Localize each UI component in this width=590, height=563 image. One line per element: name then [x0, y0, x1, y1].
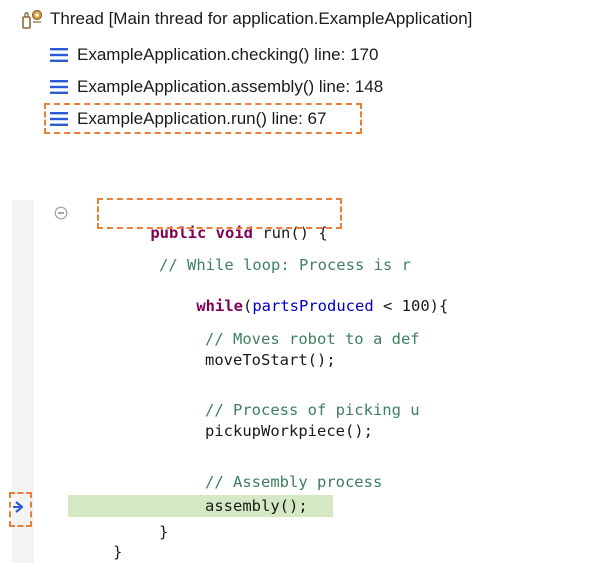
closing-brace-outer: } — [113, 543, 123, 561]
debug-stack-panel: Thread [Main thread for application.Exam… — [0, 0, 590, 150]
stack-frame-label: ExampleApplication.assembly() line: 148 — [77, 77, 384, 96]
keyword-void: void — [215, 224, 253, 242]
field-parts-produced: partsProduced — [252, 297, 374, 315]
method-name: run() { — [262, 224, 328, 242]
stack-frame-icon — [50, 48, 68, 62]
thread-item[interactable]: Thread [Main thread for application.Exam… — [22, 6, 472, 32]
stack-frame-icon — [50, 112, 68, 126]
stack-frame-label: ExampleApplication.run() line: 67 — [77, 109, 327, 128]
comment-line: // Process of picking u — [205, 401, 420, 419]
code-editor[interactable]: public void run() { // While loop: Proce… — [0, 190, 590, 563]
code-line-pickup-workpiece: pickupWorkpiece(); — [205, 422, 373, 440]
comment-line: // While loop: Process is r — [159, 256, 411, 274]
thread-label: Thread [Main thread for application.Exam… — [50, 9, 473, 28]
instruction-pointer-icon — [13, 501, 24, 513]
stack-frame-icon — [50, 80, 68, 94]
fold-collapse-icon[interactable] — [54, 206, 68, 220]
stack-frame-item-selected[interactable]: ExampleApplication.run() line: 67 — [50, 106, 326, 132]
closing-brace-inner: } — [159, 523, 169, 541]
stack-frame-label: ExampleApplication.checking() line: 170 — [77, 45, 379, 64]
comment-line: // Moves robot to a def — [205, 330, 420, 348]
code-line-move-to-start: moveToStart(); — [205, 351, 336, 369]
while-line: while(partsProduced < 100){ — [196, 297, 449, 315]
stack-frame-item[interactable]: ExampleApplication.assembly() line: 148 — [50, 74, 383, 100]
method-signature-line: public void run() { — [113, 203, 327, 242]
keyword-while: while — [196, 297, 243, 315]
comment-line: // Assembly process — [205, 473, 383, 491]
code-line-assembly-current: assembly(); — [205, 497, 308, 515]
stack-frame-item[interactable]: ExampleApplication.checking() line: 170 — [50, 42, 378, 68]
keyword-public: public — [150, 224, 207, 242]
thread-icon — [22, 8, 44, 30]
